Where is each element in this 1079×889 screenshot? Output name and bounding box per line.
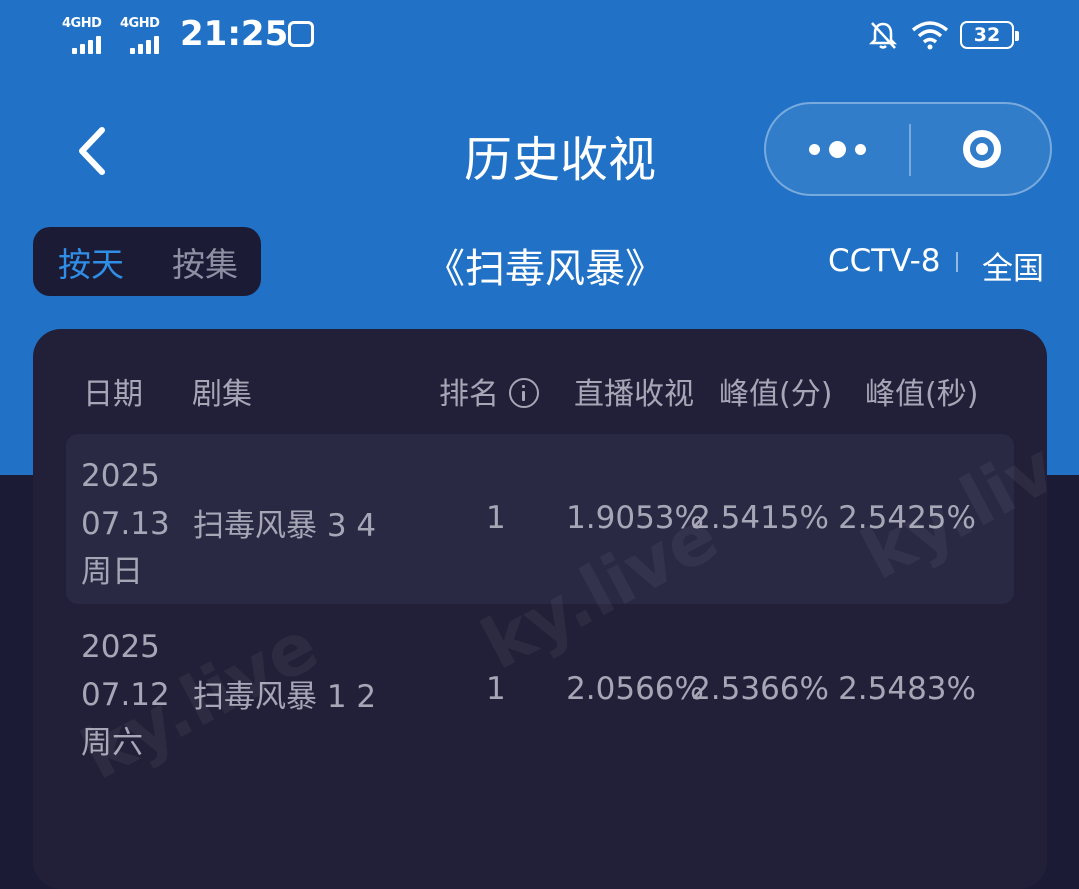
region-label[interactable]: 全国 — [982, 243, 1044, 288]
divider — [956, 252, 958, 272]
peak-minute-cell: 2.5366% — [691, 671, 829, 707]
more-options-button[interactable] — [766, 104, 909, 194]
dot-icon — [855, 143, 866, 155]
header-episode: 剧集 — [192, 377, 252, 412]
year: 2025 — [81, 629, 160, 665]
page-title: 历史收视 — [463, 132, 656, 188]
weekday: 周日 — [81, 554, 143, 590]
info-icon[interactable] — [509, 378, 539, 408]
year: 2025 — [81, 458, 160, 494]
close-miniprogram-button[interactable] — [911, 104, 1052, 194]
rank-cell: 1 — [486, 500, 506, 536]
channel-label[interactable]: CCTV-8 — [828, 243, 941, 279]
ratings-table-card: 日期 剧集 排名 直播收视 峰值(分) 峰值(秒) 2025 07.13 周日 … — [33, 329, 1047, 889]
network-type-label: 4GHD — [120, 16, 160, 31]
date: 07.13 — [81, 506, 170, 542]
by-day-tab[interactable]: 按天 — [58, 238, 124, 286]
peak-second-cell: 2.5483% — [838, 671, 976, 707]
header-rank: 排名 — [439, 369, 539, 413]
signal-icon: 4GHD — [120, 16, 170, 54]
back-chevron-icon[interactable] — [70, 122, 118, 180]
battery-indicator: 32 — [960, 21, 1019, 49]
episode-cell: 扫毒风暴 3 4 — [193, 508, 377, 544]
miniprogram-capsule — [764, 102, 1052, 196]
header-peak-second: 峰值(秒) — [865, 377, 979, 412]
dot-icon — [809, 143, 820, 155]
live-rating-cell: 2.0566% — [566, 671, 704, 707]
header-rank-label: 排名 — [439, 377, 499, 412]
status-bar: 4GHD 4GHD 21:25 32 — [0, 0, 1079, 70]
target-circle-icon — [962, 130, 1001, 168]
view-mode-toggle: 按天 按集 — [33, 227, 261, 296]
wifi-icon — [911, 21, 949, 50]
show-title: 《扫毒风暴》 — [425, 246, 665, 292]
bell-muted-icon — [868, 22, 898, 49]
status-time: 21:25 — [180, 14, 289, 54]
header-live-rating: 直播收视 — [574, 377, 694, 412]
network-type-label: 4GHD — [62, 16, 102, 31]
date-cell: 2025 07.13 周日 — [81, 452, 170, 596]
by-episode-tab[interactable]: 按集 — [172, 238, 238, 286]
scissors-app-icon — [288, 21, 314, 47]
header-peak-minute: 峰值(分) — [719, 377, 833, 412]
dot-icon — [829, 140, 846, 158]
header-date: 日期 — [83, 377, 143, 412]
signal-icon: 4GHD — [62, 16, 112, 54]
